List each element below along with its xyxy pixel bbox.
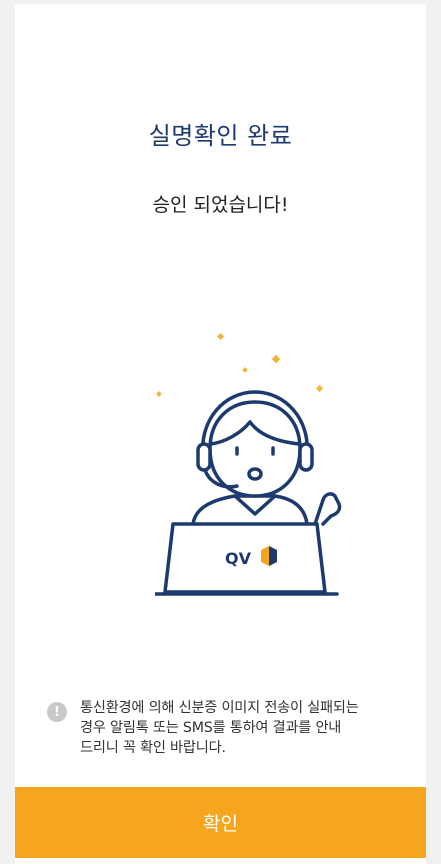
page-subtitle: 승인 되었습니다! <box>152 194 289 216</box>
logo-mark-icon <box>261 546 277 566</box>
exclamation-icon: ! <box>47 702 67 722</box>
page-title: 실명확인 완료 <box>148 122 293 150</box>
notice-text: 통신환경에 의해 신분증 이미지 전송이 실패되는 경우 알림톡 또는 SMS를… <box>80 700 359 756</box>
sparkle-icon <box>156 332 324 397</box>
support-agent-illustration: QV <box>155 332 342 596</box>
laptop-logo: QV <box>225 549 252 568</box>
notice: ! 통신환경에 의해 신분증 이미지 전송이 실패되는 경우 알림톡 또는 SM… <box>47 698 417 758</box>
confirm-button[interactable]: 확인 <box>15 787 426 858</box>
page-card: 실명확인 완료 승인 되었습니다! QV ! 통신환경에 의해 신분증 이미지 … <box>15 4 426 864</box>
